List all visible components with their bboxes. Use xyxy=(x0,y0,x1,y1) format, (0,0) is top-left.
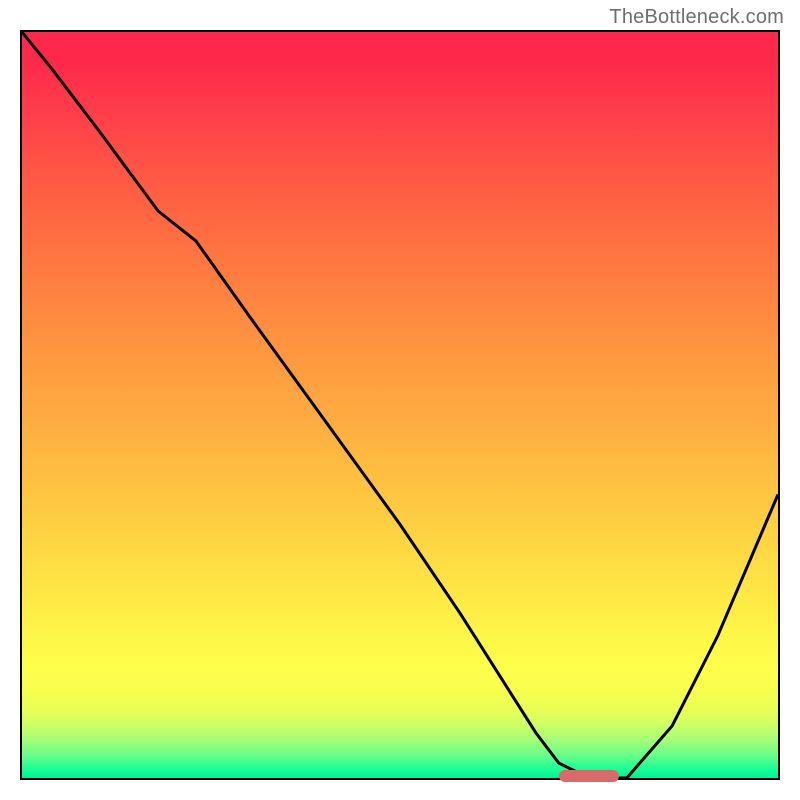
chart-frame xyxy=(20,30,780,780)
chart-curve xyxy=(22,32,778,778)
watermark-text: TheBottleneck.com xyxy=(609,6,784,29)
chart-marker xyxy=(559,770,619,782)
